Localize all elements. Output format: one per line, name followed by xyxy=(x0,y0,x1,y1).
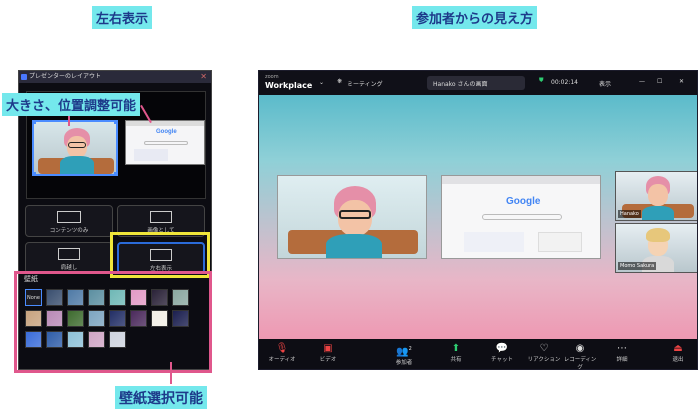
toolbar-label: チャット xyxy=(491,357,513,363)
panel-title: プレゼンターのレイアウト xyxy=(29,73,102,80)
meeting-icon: ❋ xyxy=(337,78,343,85)
google-logo: Google xyxy=(506,196,541,207)
participants-icon: 👥2 xyxy=(396,346,412,358)
toolbar-label: ビデオ xyxy=(319,357,337,363)
meeting-timer: 00:02:14 xyxy=(551,79,578,86)
reactions-button[interactable]: ♡ リアクション xyxy=(527,343,561,363)
share-icon: ⬆ xyxy=(451,343,461,354)
screen-owner-pill[interactable]: Hanako さんの画面 xyxy=(427,76,525,90)
caption-wallpaper: 壁紙選択可能 xyxy=(115,386,207,409)
close-icon[interactable]: ✕ xyxy=(679,78,684,85)
layout-content-only-button[interactable]: コンテンツのみ xyxy=(25,205,113,237)
participant-tile[interactable]: Momo Sakura xyxy=(615,223,697,273)
video-icon: ▣ xyxy=(323,343,333,354)
shield-icon: ⛊ xyxy=(539,77,544,84)
avatar-face xyxy=(648,184,668,206)
avatar-glasses xyxy=(68,142,86,148)
avatar-shirt xyxy=(326,234,382,258)
share-button[interactable]: ⬆ 共有 xyxy=(439,343,473,363)
chevron-down-icon[interactable]: ⌄ xyxy=(319,79,324,86)
screen-card xyxy=(134,149,168,161)
video-button[interactable]: ▣ ビデオ xyxy=(311,343,345,363)
screen-card xyxy=(538,232,582,252)
arrow-icon xyxy=(170,362,172,384)
meeting-toolbar: 🎙 オーディオ ▣ ビデオ 👥2 参加者 ⬆ 共有 💬 チャット ♡ リアクショ… xyxy=(259,339,697,369)
participant-name: Hanako xyxy=(618,210,641,218)
reaction-icon: ♡ xyxy=(539,343,549,354)
record-icon: ◉ xyxy=(575,343,585,354)
minimize-icon[interactable]: — xyxy=(639,78,645,85)
browser-tabbar xyxy=(442,176,600,184)
close-icon[interactable]: ✕ xyxy=(200,71,207,83)
layout-over-shoulder-button[interactable]: 肩越し xyxy=(25,242,113,274)
shared-screen: Google xyxy=(441,175,601,259)
panel-titlebar: プレゼンターのレイアウト ✕ xyxy=(19,71,211,83)
toolbar-label: 退出 xyxy=(672,357,684,363)
toolbar-label: リアクション xyxy=(527,357,561,363)
participant-name: Momo Sakura xyxy=(618,262,657,270)
screen-owner-label: Hanako さんの画面 xyxy=(433,81,488,88)
avatar-shirt xyxy=(642,206,674,220)
mic-muted-icon: 🎙 xyxy=(275,343,289,354)
record-button[interactable]: ◉ レコーディング xyxy=(563,343,597,370)
leave-icon: ⏏ xyxy=(673,343,683,354)
audio-button[interactable]: 🎙 オーディオ xyxy=(265,343,299,363)
toolbar-label: 参加者 xyxy=(395,360,413,367)
wallpaper-label: 壁紙 xyxy=(24,275,38,283)
zoom-titlebar: zoom Workplace ⌄ ❋ ミーティング Hanako さんの画面 ⛊… xyxy=(259,71,697,95)
toolbar-label: オーディオ xyxy=(268,357,296,363)
toolbar-label: 詳細 xyxy=(616,357,628,363)
caption-left-layout: 左右表示 xyxy=(92,6,153,29)
over-shoulder-icon xyxy=(58,248,80,260)
presenter-video xyxy=(277,175,427,259)
search-bar xyxy=(482,214,562,220)
google-logo: Google xyxy=(156,129,177,135)
view-label[interactable]: 表示 xyxy=(599,79,611,88)
browser-bar xyxy=(126,121,204,126)
screen-card xyxy=(464,232,524,252)
leave-button[interactable]: ⏏ 退出 xyxy=(661,343,695,363)
caption-resize: 大きさ、位置調整可能 xyxy=(2,93,141,116)
participant-tile[interactable]: Hanako xyxy=(615,171,697,221)
chat-button[interactable]: 💬 チャット xyxy=(485,343,519,363)
preview-shared-screen: Google xyxy=(125,120,205,165)
resize-handle-icon[interactable] xyxy=(114,122,116,124)
resize-handle-icon[interactable] xyxy=(34,122,36,124)
resize-handle-icon[interactable] xyxy=(34,172,36,174)
brand-workplace: Workplace xyxy=(265,81,313,90)
wallpaper-highlight xyxy=(14,271,212,373)
toolbar-label: 共有 xyxy=(450,357,462,363)
resize-handle-icon[interactable] xyxy=(114,172,116,174)
as-image-icon xyxy=(150,211,172,223)
caption-participant-view: 参加者からの見え方 xyxy=(412,6,538,29)
participants-button[interactable]: 👥2 参加者 xyxy=(387,343,421,366)
chat-icon: 💬 xyxy=(495,343,509,354)
preview-person-video[interactable] xyxy=(32,120,118,176)
more-icon: ⋯ xyxy=(617,343,627,354)
maximize-icon[interactable]: ☐ xyxy=(657,78,662,85)
avatar-hair xyxy=(646,228,670,242)
content-only-icon xyxy=(57,211,81,223)
meeting-label: ミーティング xyxy=(347,81,383,88)
zoom-window: zoom Workplace ⌄ ❋ ミーティング Hanako さんの画面 ⛊… xyxy=(258,70,698,370)
avatar-glasses xyxy=(339,210,371,219)
zoom-logo-icon xyxy=(21,74,27,80)
avatar-shirt xyxy=(60,156,94,174)
toolbar-label: レコーディング xyxy=(563,357,597,370)
search-bar xyxy=(144,141,188,145)
participant-count: 2 xyxy=(408,346,412,352)
brand-small: zoom xyxy=(265,74,279,80)
more-button[interactable]: ⋯ 詳細 xyxy=(605,343,639,363)
layout-option-label: コンテンツのみ xyxy=(49,228,89,234)
